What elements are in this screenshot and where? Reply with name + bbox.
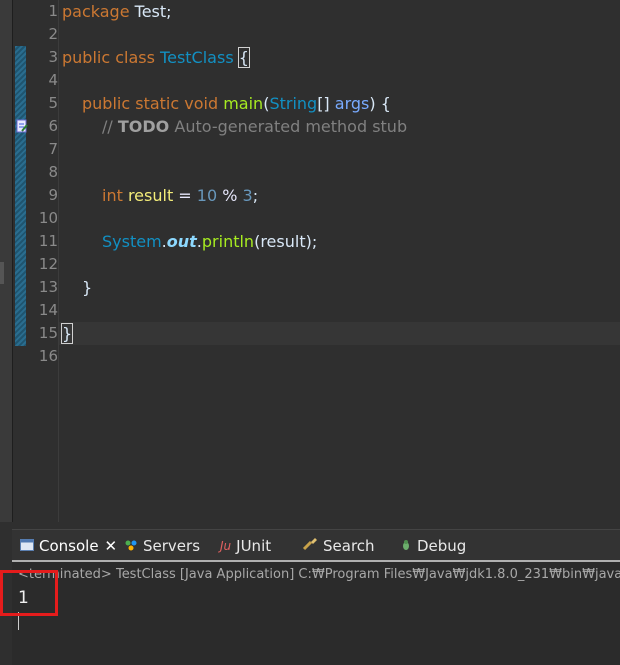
- code-token: args: [334, 94, 370, 113]
- code-token: (result);: [254, 232, 318, 251]
- code-token: String: [269, 94, 318, 113]
- code-line[interactable]: int result = 10 % 3;: [59, 184, 620, 207]
- servers-icon: [124, 530, 138, 563]
- code-token: ;: [252, 186, 259, 205]
- annotation-highlight-box: [0, 570, 58, 616]
- code-token: out: [166, 232, 197, 251]
- tab-label: Console: [39, 537, 99, 555]
- code-token: =: [173, 186, 197, 205]
- console-process-label: <terminated> TestClass [Java Application…: [18, 567, 620, 582]
- code-line[interactable]: System.out.println(result);: [59, 230, 620, 253]
- line-number: 9: [48, 186, 58, 204]
- tab-junit[interactable]: Ju JUnit: [220, 530, 271, 560]
- tab-label: Servers: [143, 537, 201, 555]
- code-token: 3: [242, 186, 253, 205]
- line-number: 7: [48, 140, 58, 158]
- line-number: 14: [38, 301, 58, 319]
- tab-label: Search: [323, 537, 375, 555]
- line-number: 10: [38, 209, 58, 227]
- close-icon[interactable]: ✕: [105, 537, 118, 555]
- code-token: //: [102, 117, 118, 136]
- search-icon: [302, 530, 318, 563]
- tab-label: Debug: [417, 537, 467, 555]
- code-line[interactable]: // TODO Auto-generated method stub: [59, 115, 620, 138]
- debug-icon: [400, 530, 412, 563]
- line-number: 4: [48, 71, 58, 89]
- code-token: }: [82, 278, 93, 297]
- line-number: 11: [38, 232, 58, 250]
- code-token: Test;: [129, 2, 172, 21]
- code-token: int: [102, 186, 123, 205]
- code-line[interactable]: package Test;: [59, 0, 620, 23]
- code-token: []: [317, 94, 335, 113]
- tab-label: JUnit: [236, 537, 272, 555]
- line-number: 2: [48, 25, 58, 43]
- code-token: TODO: [117, 117, 170, 136]
- line-number: 13: [38, 278, 58, 296]
- console-panel[interactable]: Console ✕ Servers Ju JUnit Search Debug <t…: [12, 529, 620, 665]
- tab-search[interactable]: Search: [302, 530, 375, 560]
- code-token: package: [62, 2, 130, 21]
- line-number: 3: [48, 48, 58, 66]
- tab-debug[interactable]: Debug: [400, 530, 466, 560]
- code-token: %: [217, 186, 243, 205]
- line-number: 16: [38, 347, 58, 365]
- code-token: public class: [62, 48, 155, 67]
- code-line[interactable]: }: [59, 276, 620, 299]
- matching-bracket: }: [60, 323, 74, 344]
- code-token: println: [201, 232, 255, 251]
- code-line[interactable]: public class TestClass {: [59, 46, 620, 69]
- matching-bracket: {: [237, 47, 250, 68]
- line-number: 15: [38, 324, 58, 342]
- trim-marker: [0, 262, 4, 284]
- tab-servers[interactable]: Servers: [124, 530, 200, 560]
- code-token: Auto-generated method stub: [169, 117, 408, 136]
- line-number-gutter: 1 2 3 4 5 6 7 8 9 10 11 12 13 14 15 16: [30, 0, 59, 522]
- code-line[interactable]: public static void main(String[] args) {: [59, 92, 620, 115]
- code-area[interactable]: package Test; public class TestClass { p…: [59, 0, 620, 522]
- line-number: 12: [38, 255, 58, 273]
- console-icon: [20, 530, 34, 563]
- code-editor[interactable]: 1 2 3 4 5 6 7 8 9 10 11 12 13 14 15 16 p…: [0, 0, 620, 522]
- view-tabs: Console ✕ Servers Ju JUnit Search Debug: [12, 530, 620, 562]
- line-number: 5: [48, 94, 58, 112]
- line-number: 1: [48, 2, 58, 20]
- tab-console[interactable]: Console ✕: [20, 530, 117, 560]
- line-number: 8: [48, 163, 58, 181]
- code-line-current[interactable]: }: [59, 322, 620, 345]
- code-token: 10: [196, 186, 218, 205]
- code-token: System: [102, 232, 162, 251]
- code-token: public static void: [82, 94, 219, 113]
- line-number: 6: [48, 117, 58, 135]
- code-token: result: [127, 186, 174, 205]
- code-token: TestClass: [160, 48, 234, 67]
- code-token: main: [223, 94, 264, 113]
- code-token: ) {: [369, 94, 391, 113]
- junit-icon: Ju: [220, 539, 232, 553]
